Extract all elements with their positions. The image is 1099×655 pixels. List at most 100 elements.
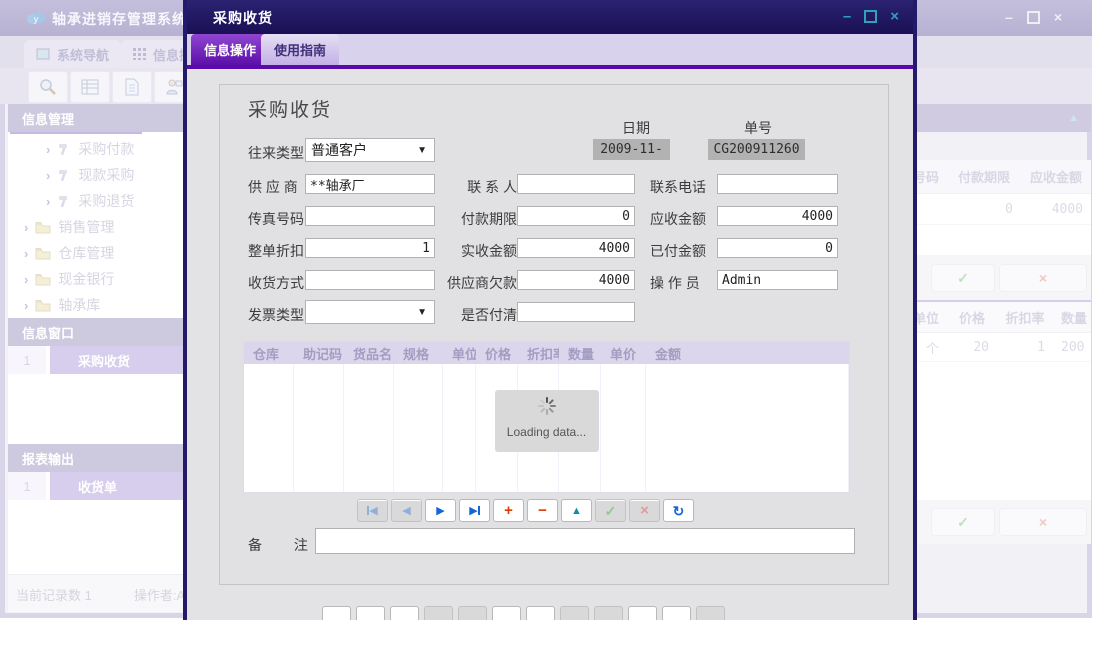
cancel-record-button[interactable]: × [629, 499, 660, 522]
nav-button[interactable] [492, 606, 521, 620]
hammer-icon [59, 144, 68, 155]
receivable-label: 应收金额 [650, 211, 706, 227]
fax-field[interactable] [305, 206, 435, 226]
remark-label: 备 注 [248, 537, 322, 553]
purchase-receipt-dialog: 采购收货 – × 信息操作 使用指南 采购收货 日期 单号 2009-11- C… [183, 0, 917, 620]
column-header: 单位 [452, 346, 476, 362]
svg-text:y: y [34, 14, 39, 24]
column-header: 价格 [485, 346, 512, 362]
remark-field[interactable] [315, 528, 855, 554]
edit-record-button[interactable]: ▲ [561, 499, 592, 522]
add-record-button[interactable]: + [493, 499, 524, 522]
contact-type-select[interactable]: 普通客户 ▼ [305, 138, 435, 162]
tab-user-guide[interactable]: 使用指南 [261, 34, 340, 65]
nav-button[interactable] [526, 606, 555, 620]
nav-button[interactable] [424, 606, 453, 620]
app-logo-icon: y [27, 12, 45, 24]
grid-icon [133, 48, 146, 60]
bottom-db-navigator [322, 606, 725, 620]
nav-button[interactable] [458, 606, 487, 620]
date-field: 2009-11- [593, 139, 670, 160]
delete-record-button[interactable]: − [527, 499, 558, 522]
nav-button[interactable] [594, 606, 623, 620]
column-header: 付款期限 [957, 170, 1010, 185]
reject-button[interactable]: × [999, 264, 1087, 292]
post-record-button[interactable]: ✓ [595, 499, 626, 522]
main-minimize-button[interactable]: – [1005, 10, 1013, 24]
invoice-type-select[interactable]: ▼ [305, 300, 435, 324]
detail-grid: 仓库 助记码 货品名 规格 单位 价格 折扣率 数量 单价 金额 [243, 341, 850, 493]
collapse-icon[interactable]: ▲ [1068, 112, 1079, 124]
column-header: 折扣率 [1005, 310, 1045, 326]
reject-button[interactable]: × [999, 508, 1087, 536]
received-field[interactable] [517, 238, 635, 258]
nav-button[interactable] [356, 606, 385, 620]
operator-label: 操 作 员 [650, 275, 700, 291]
chevron-right-icon: › [46, 193, 51, 209]
search-button[interactable] [28, 71, 68, 103]
supplier-label: 供 应 商 [248, 179, 298, 195]
contact-field[interactable] [517, 174, 635, 194]
first-record-button[interactable]: ◀ [357, 499, 388, 522]
phone-field[interactable] [717, 174, 838, 194]
tab-system-nav[interactable]: 系统导航 [24, 40, 122, 68]
discount-field[interactable] [305, 238, 435, 258]
user-icon [166, 79, 183, 95]
date-label: 日期 [622, 120, 650, 136]
folder-icon [35, 221, 51, 233]
dialog-titlebar: 采购收货 – × [187, 0, 913, 34]
record-count: 当前记录数 1 [16, 588, 92, 603]
loading-indicator: Loading data... [494, 390, 599, 452]
nav-button[interactable] [696, 606, 725, 620]
refresh-button[interactable]: ↻ [663, 499, 694, 522]
list-view-button[interactable] [70, 71, 110, 103]
nav-button[interactable] [560, 606, 589, 620]
chevron-down-icon: ▼ [417, 145, 427, 156]
hammer-icon [59, 196, 68, 207]
approve-button[interactable]: ✓ [931, 508, 995, 536]
paid-label: 已付金额 [650, 243, 706, 259]
tree-accent-line [10, 132, 142, 134]
nav-button[interactable] [662, 606, 691, 620]
column-header: 数量 [568, 346, 595, 362]
operator-field[interactable] [717, 270, 838, 290]
chevron-right-icon: › [24, 297, 29, 313]
payment-term-field[interactable] [517, 206, 635, 226]
payment-term-label: 付款期限 [461, 211, 517, 227]
receive-method-field[interactable] [305, 270, 435, 290]
dialog-maximize-button[interactable] [864, 10, 878, 23]
receivable-field[interactable] [717, 206, 838, 226]
dialog-close-button[interactable]: × [890, 9, 899, 24]
main-close-button[interactable]: × [1054, 10, 1062, 24]
nav-button[interactable] [322, 606, 351, 620]
list-icon [81, 79, 99, 95]
chevron-down-icon: ▼ [417, 307, 427, 318]
paid-field[interactable] [717, 238, 838, 258]
loading-text: Loading data... [506, 425, 587, 439]
screen: y 轴承进销存管理系统(非注 – × 系统导航 信息操作 信息管理 › 采购付款… [0, 0, 1099, 655]
column-header: 金额 [655, 346, 682, 362]
next-record-button[interactable]: ▶ [425, 499, 456, 522]
prev-record-button[interactable]: ◀ [391, 499, 422, 522]
tab-info-operation[interactable]: 信息操作 [191, 34, 270, 65]
supplier-debt-field[interactable] [517, 270, 635, 290]
folder-icon [35, 299, 51, 311]
column-header: 价格 [958, 310, 985, 326]
receive-method-label: 收货方式 [248, 275, 304, 291]
document-button[interactable] [112, 71, 152, 103]
paidoff-field[interactable] [517, 302, 635, 322]
approve-button[interactable]: ✓ [931, 264, 995, 292]
received-label: 实收金额 [461, 243, 517, 259]
column-header: 助记码 [303, 346, 343, 362]
last-record-button[interactable]: ▶ [459, 499, 490, 522]
dialog-minimize-button[interactable]: – [843, 9, 851, 24]
folder-icon [35, 273, 51, 285]
nav-button[interactable] [390, 606, 419, 620]
hammer-icon [59, 170, 68, 181]
main-restore-button[interactable] [1026, 10, 1040, 24]
chevron-right-icon: › [46, 141, 51, 157]
column-header: 应收金额 [1029, 170, 1082, 185]
column-header: 折扣率 [527, 346, 559, 362]
nav-button[interactable] [628, 606, 657, 620]
supplier-field[interactable] [305, 174, 435, 194]
